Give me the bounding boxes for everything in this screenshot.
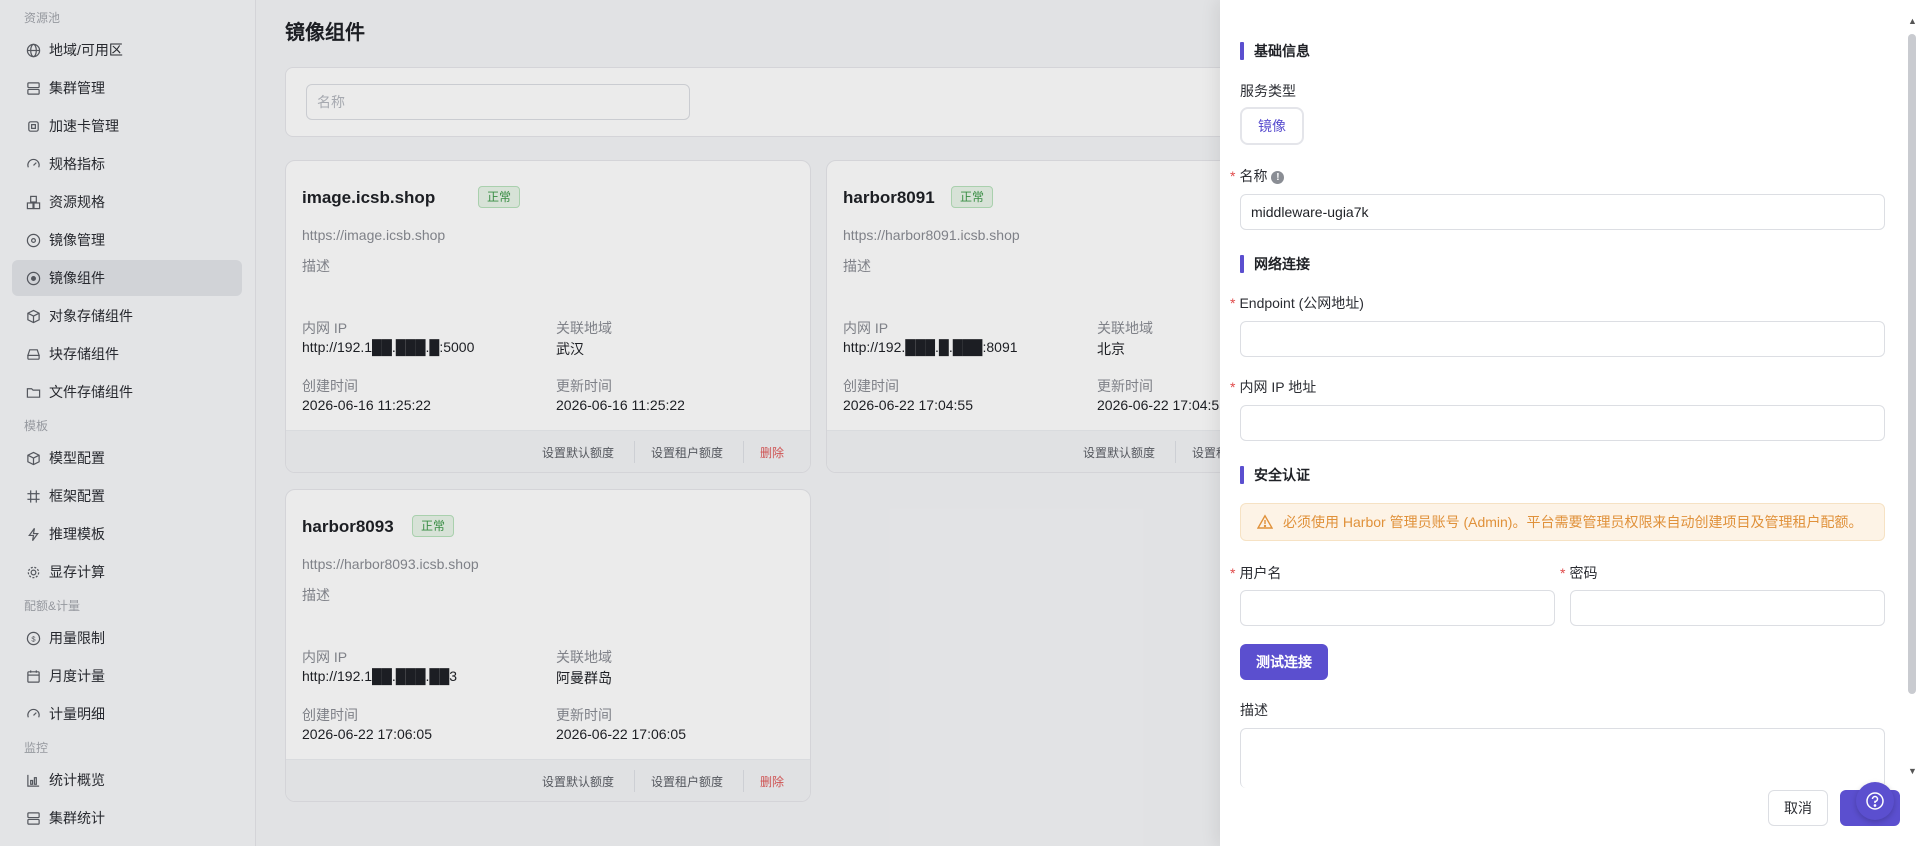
alert-text: 必须使用 Harbor 管理员账号 (Admin)。平台需要管理员权限来自动创建… xyxy=(1283,514,1863,530)
description-textarea[interactable] xyxy=(1240,728,1885,788)
info-icon[interactable]: ! xyxy=(1271,170,1285,184)
warning-icon xyxy=(1257,514,1273,529)
service-type-label: 服务类型 xyxy=(1240,83,1296,99)
endpoint-input[interactable] xyxy=(1240,321,1885,357)
help-button[interactable] xyxy=(1856,782,1894,820)
name-input[interactable] xyxy=(1240,194,1885,230)
service-type-option-image[interactable]: 镜像 xyxy=(1240,107,1304,145)
password-label: * 密码 xyxy=(1560,563,1597,583)
scroll-down-arrow[interactable]: ▼ xyxy=(1908,766,1917,776)
required-mark: * xyxy=(1230,295,1236,311)
scrollbar[interactable] xyxy=(1908,34,1916,694)
cancel-button[interactable]: 取消 xyxy=(1768,790,1828,826)
required-mark: * xyxy=(1230,379,1236,395)
username-input[interactable] xyxy=(1240,590,1555,626)
description-label: 描述 xyxy=(1240,702,1268,718)
internal-ip-label-text: 内网 IP 地址 xyxy=(1239,379,1317,395)
admin-warning-alert: 必须使用 Harbor 管理员账号 (Admin)。平台需要管理员权限来自动创建… xyxy=(1240,503,1885,541)
username-label: * 用户名 xyxy=(1230,563,1281,583)
internal-ip-label: * 内网 IP 地址 xyxy=(1230,377,1316,397)
required-mark: * xyxy=(1230,168,1236,184)
password-input[interactable] xyxy=(1570,590,1885,626)
create-component-drawer: 基础信息 服务类型 镜像 *名称! 网络连接 *Endpoint (公网地址) … xyxy=(1220,0,1920,846)
endpoint-label-text: Endpoint (公网地址) xyxy=(1239,295,1364,311)
required-mark: * xyxy=(1230,565,1236,581)
section-title-security: 安全认证 xyxy=(1240,466,1310,484)
endpoint-label: * Endpoint (公网地址) xyxy=(1230,293,1364,313)
name-label: * 名称! xyxy=(1230,166,1285,186)
section-title-basic: 基础信息 xyxy=(1240,42,1310,60)
internal-ip-input[interactable] xyxy=(1240,405,1885,441)
required-mark: * xyxy=(1560,565,1566,581)
scroll-up-arrow[interactable]: ▲ xyxy=(1908,16,1917,26)
section-title-network: 网络连接 xyxy=(1240,255,1310,273)
password-label-text: 密码 xyxy=(1569,565,1598,581)
help-icon xyxy=(1866,792,1884,810)
test-connection-button[interactable]: 测试连接 xyxy=(1240,644,1328,680)
name-label-text: 名称 xyxy=(1239,168,1268,184)
username-label-text: 用户名 xyxy=(1239,565,1282,581)
